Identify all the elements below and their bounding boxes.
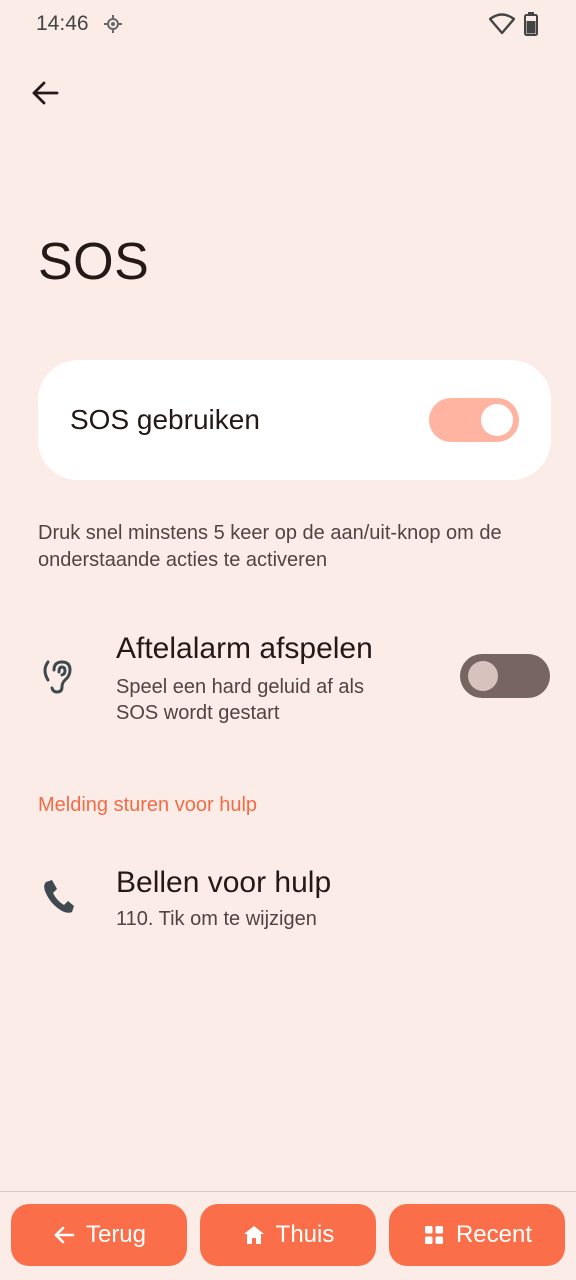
nav-back-label: Terug [85,1221,147,1248]
nav-back-button[interactable]: Terug [11,1204,187,1266]
section-header: Melding sturen voor hulp [38,794,258,816]
use-sos-label: SOS gebruiken [70,404,260,435]
call-for-help-title: Bellen voor hulp [116,866,332,899]
home-icon [242,1223,266,1247]
arrow-left-icon [52,1223,76,1247]
switch-thumb [468,661,498,691]
grid-icon [422,1223,446,1247]
sos-settings-screen: 14:46 SOS SOS gebruiken Druk snel minste… [0,0,576,1280]
nav-recent-button[interactable]: Recent [389,1204,565,1266]
back-button[interactable] [22,70,68,116]
status-time: 14:46 [36,12,89,35]
use-sos-switch[interactable] [429,398,519,442]
arrow-left-icon [32,81,59,105]
wifi-icon [489,13,515,35]
location-icon [104,15,122,33]
countdown-alarm-subtitle-2: SOS wordt gestart [116,702,280,724]
countdown-alarm-switch[interactable] [460,654,550,698]
sos-description: Druk snel minstens 5 keer op de aan/uit-… [38,522,502,571]
battery-icon [524,12,538,36]
switch-thumb [481,404,513,436]
nav-divider [0,1191,576,1192]
status-bar: 14:46 [0,0,576,50]
countdown-alarm-title: Aftelalarm afspelen [116,632,373,665]
use-sos-card[interactable]: SOS gebruiken [38,360,551,480]
phone-icon [44,880,74,913]
nav-home-label: Thuis [275,1221,335,1248]
nav-recent-label: Recent [455,1221,533,1248]
nav-home-button[interactable]: Thuis [200,1204,376,1266]
countdown-alarm-subtitle-1: Speel een hard geluid af als [116,676,364,698]
call-for-help-subtitle: 110. Tik om te wijzigen [116,908,317,930]
page-title: SOS [38,233,150,291]
hearing-icon [43,660,72,694]
